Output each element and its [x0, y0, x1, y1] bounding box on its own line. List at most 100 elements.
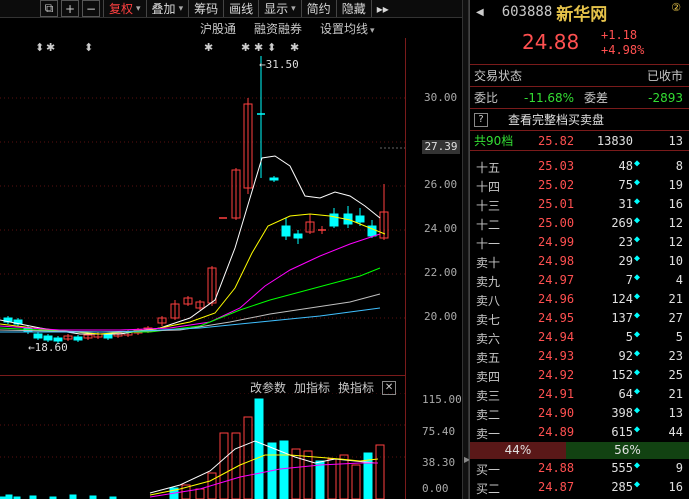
level-order-count: 21: [668, 387, 683, 401]
hk-connect-link[interactable]: 沪股通: [200, 20, 236, 37]
level-label: 卖九: [476, 275, 501, 289]
level-price: 24.96: [538, 292, 575, 306]
price-change: +1.18: [601, 28, 638, 42]
panel-collapse-handle[interactable]: ▶: [462, 0, 470, 499]
ask-level-row[interactable]: 十四 25.02 75 ◆ 19: [470, 176, 689, 195]
copy-icon[interactable]: ⧉: [40, 0, 58, 17]
ask-level-row[interactable]: 十一 24.99 23 ◆ 12: [470, 233, 689, 252]
ask-level-row[interactable]: 卖一 24.89 615 ◆ 44: [470, 423, 689, 442]
help-icon[interactable]: ?: [474, 112, 488, 127]
ask-level-row[interactable]: 卖七 24.95 137 ◆ 27: [470, 309, 689, 328]
ask-level-row[interactable]: 卖五 24.93 92 ◆ 23: [470, 347, 689, 366]
ask-level-row[interactable]: 卖九 24.97 7 ◆ 4: [470, 271, 689, 290]
high-price-annotation: ←31.50: [259, 58, 299, 71]
candle-body: [43, 335, 53, 341]
prev-stock-icon[interactable]: ◀: [476, 7, 484, 18]
display-button[interactable]: 显示 ▾: [258, 0, 301, 17]
level-order-count: 4: [675, 273, 683, 287]
chevron-down-icon: ▾: [370, 26, 375, 36]
summary-volume: 13830: [596, 133, 633, 148]
badge-icon[interactable]: ②: [671, 1, 681, 14]
set-ma-link[interactable]: 设置均线 ▾: [320, 20, 375, 37]
level-label: 卖六: [476, 332, 501, 346]
chips-button[interactable]: 筹码: [188, 0, 223, 17]
ask-level-row[interactable]: 卖八 24.96 124 ◆ 21: [470, 290, 689, 309]
diamond-icon: ◆: [634, 479, 641, 490]
diamond-icon: ◆: [634, 291, 641, 302]
level-price: 24.94: [538, 330, 575, 344]
weibi-label: 委比: [474, 91, 499, 105]
level-label: 卖二: [476, 408, 501, 422]
volume-axis-tick: 38.30: [422, 456, 456, 469]
full-book-button[interactable]: ? 查看完整档买卖盘: [470, 109, 689, 130]
overlay-button[interactable]: 叠加 ▾: [145, 0, 189, 17]
low-price-annotation: ←18.60: [28, 341, 68, 354]
ask-level-row[interactable]: 卖二 24.90 398 ◆ 13: [470, 404, 689, 423]
ask-level-row[interactable]: 卖六 24.94 5 ◆ 5: [470, 328, 689, 347]
restore-rights-button[interactable]: 复权 ▾: [103, 0, 146, 17]
hide-button[interactable]: 隐藏: [335, 0, 371, 17]
ask-level-row[interactable]: 卖四 24.92 152 ◆ 25: [470, 366, 689, 385]
bid-level-row[interactable]: 买二 24.87 285 ◆ 16: [470, 478, 689, 497]
ma5-line: [0, 155, 381, 335]
ma60-line: [0, 293, 381, 333]
ask-level-row[interactable]: 十二 25.00 269 ◆ 12: [470, 214, 689, 233]
kline-chart-area[interactable]: ⧉ + − 复权 ▾ 叠加 ▾ 筹码 画线 显示 ▾ 简约 隐藏 ▸▸ 沪股通 融资融…: [0, 0, 466, 499]
candle-body: [281, 225, 291, 237]
level-price: 24.98: [538, 254, 575, 268]
level-price: 24.92: [538, 368, 575, 382]
level-order-count: 5: [675, 330, 683, 344]
level-price: 24.90: [538, 406, 575, 420]
candlestick-plot[interactable]: [0, 38, 405, 375]
level-label: 卖十: [476, 256, 501, 270]
diamond-icon: ◆: [634, 272, 641, 283]
volume-plot[interactable]: [0, 393, 405, 499]
ask-level-row[interactable]: 十三 25.01 31 ◆ 16: [470, 195, 689, 214]
ask-level-row[interactable]: 十五 25.03 48 ◆ 8: [470, 157, 689, 176]
candle-body: [269, 177, 279, 181]
buy-ratio: 56%: [566, 442, 689, 459]
level-order-count: 27: [668, 311, 683, 325]
volume-bar: [69, 494, 77, 499]
volume-bar: [195, 488, 205, 499]
level-label: 十二: [476, 218, 501, 232]
volume-bar: [339, 454, 349, 499]
diamond-icon: ◆: [634, 348, 641, 359]
set-ma-label: 设置均线: [320, 22, 369, 36]
level-order-count: 23: [668, 349, 683, 363]
more-icon[interactable]: ▸▸: [370, 0, 394, 17]
level-order-count: 16: [668, 480, 683, 494]
level-volume: 29: [618, 254, 633, 268]
level-order-count: 12: [668, 235, 683, 249]
level-price: 25.01: [538, 197, 575, 211]
display-label: 显示: [264, 2, 289, 16]
bid-level-row[interactable]: 买一 24.88 555 ◆ 9: [470, 459, 689, 478]
price-axis-tick: 24.00: [424, 222, 458, 235]
stock-name: 新华网: [556, 4, 608, 25]
price-axis-tick: 30.00: [424, 91, 458, 104]
diamond-icon: ◆: [634, 424, 641, 435]
volume-bar: [254, 398, 264, 499]
trading-status-row: 交易状态 已收市: [470, 65, 689, 86]
level-volume: 5: [625, 330, 633, 344]
minus-icon[interactable]: −: [82, 0, 100, 17]
level-price: 24.97: [538, 273, 575, 287]
ask-level-row[interactable]: 卖十 24.98 29 ◆ 10: [470, 252, 689, 271]
level-volume: 269: [611, 216, 633, 230]
quote-panel: ◀ 603888 新华网 ② 24.88 +1.18 +4.98% 交易状态 已…: [469, 0, 689, 499]
level-volume: 285: [611, 480, 633, 494]
level-label: 卖七: [476, 313, 501, 327]
level-order-count: 25: [668, 368, 683, 382]
ask-level-row[interactable]: 卖三 24.91 64 ◆ 21: [470, 385, 689, 404]
price-axis-tick: 20.00: [424, 310, 458, 323]
simple-mode-button[interactable]: 简约: [300, 0, 336, 17]
summary-count: 13: [668, 133, 683, 148]
draw-line-button[interactable]: 画线: [223, 0, 258, 17]
level-volume: 48: [618, 159, 633, 173]
margin-trading-link[interactable]: 融资融券: [254, 20, 302, 37]
diamond-icon: ◆: [634, 367, 641, 378]
plus-icon[interactable]: +: [61, 0, 79, 17]
last-price: 24.88: [522, 30, 580, 54]
level-label: 买二: [476, 482, 501, 496]
